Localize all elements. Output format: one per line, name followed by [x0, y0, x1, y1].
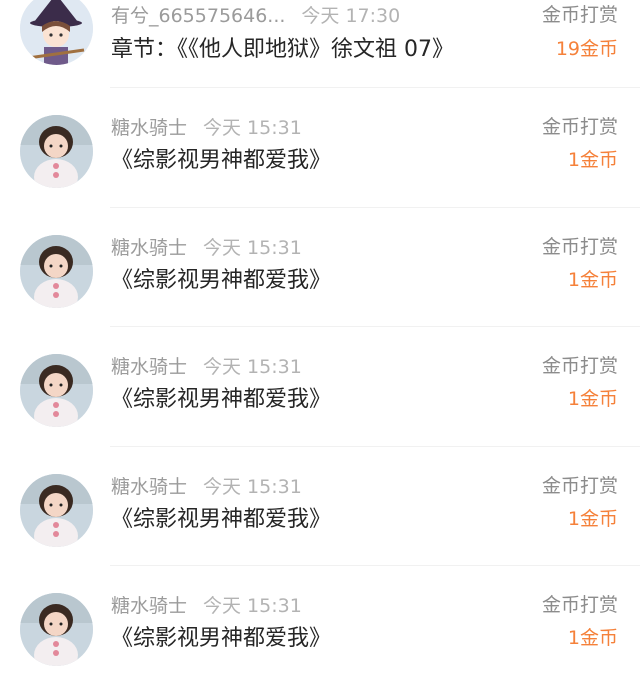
timestamp: 今天 17:30 [301, 5, 401, 27]
child-avatar-icon [20, 473, 93, 547]
reward-amount: 1金币 [567, 507, 618, 530]
child-avatar-icon [20, 234, 93, 308]
list-item[interactable]: 糖水骑士 今天 15:31 《综影视男神都爱我》 金币打赏 1金币 [0, 88, 640, 208]
child-avatar-icon [20, 354, 93, 427]
list-item[interactable]: 糖水骑士 今天 15:31 《综影视男神都爱我》 金币打赏 1金币 [0, 447, 640, 566]
reward-amount: 19金币 [555, 38, 618, 60]
reward-title[interactable]: 《综影视男神都爱我》 [111, 620, 331, 652]
avatar[interactable] [20, 473, 93, 547]
user-name[interactable]: 有兮_665575646... [111, 5, 285, 27]
timestamp: 今天 15:31 [203, 356, 302, 378]
reward-type-label: 金币打赏 [541, 4, 618, 26]
child-avatar-icon [20, 115, 93, 188]
reward-amount: 1金币 [567, 149, 618, 171]
user-name[interactable]: 糖水骑士 [111, 117, 187, 139]
reward-list: 有兮_665575646... 今天 17:30 章节：《《他人即地狱》徐文祖 0… [0, 0, 640, 686]
user-name[interactable]: 糖水骑士 [111, 237, 187, 259]
avatar[interactable] [20, 115, 93, 188]
timestamp: 今天 15:31 [203, 475, 302, 498]
avatar[interactable] [20, 354, 93, 427]
reward-amount: 1金币 [567, 268, 618, 291]
reward-title[interactable]: 《综影视男神都爱我》 [111, 501, 331, 533]
timestamp: 今天 15:31 [203, 595, 302, 617]
reward-type-label: 金币打赏 [541, 594, 618, 616]
user-name[interactable]: 糖水骑士 [111, 595, 187, 617]
reward-title[interactable]: 章节：《《他人即地狱》徐文祖 07》 [111, 31, 454, 63]
child-avatar-icon [20, 593, 93, 666]
reward-type-label: 金币打赏 [541, 474, 618, 497]
reward-type-label: 金币打赏 [541, 355, 618, 377]
reward-title[interactable]: 《综影视男神都爱我》 [111, 381, 331, 413]
reward-amount: 1金币 [567, 627, 618, 649]
avatar[interactable] [20, 234, 93, 308]
reward-type-label: 金币打赏 [541, 116, 618, 138]
list-item[interactable]: 有兮_665575646... 今天 17:30 章节：《《他人即地狱》徐文祖 0… [0, 0, 640, 88]
avatar[interactable] [20, 593, 93, 666]
reward-title[interactable]: 《综影视男神都爱我》 [111, 262, 331, 294]
timestamp: 今天 15:31 [203, 117, 302, 139]
reward-amount: 1金币 [567, 388, 618, 410]
reward-type-label: 金币打赏 [541, 235, 618, 258]
list-item[interactable]: 糖水骑士 今天 15:31 《综影视男神都爱我》 金币打赏 1金币 [0, 208, 640, 327]
reward-title[interactable]: 《综影视男神都爱我》 [111, 142, 331, 174]
avatar[interactable] [20, 0, 93, 65]
timestamp: 今天 15:31 [203, 236, 302, 259]
user-name[interactable]: 糖水骑士 [111, 356, 187, 378]
list-item[interactable]: 糖水骑士 今天 15:31 《综影视男神都爱我》 金币打赏 1金币 [0, 566, 640, 686]
user-name[interactable]: 糖水骑士 [111, 476, 187, 498]
list-item[interactable]: 糖水骑士 今天 15:31 《综影视男神都爱我》 金币打赏 1金币 [0, 327, 640, 447]
witch-avatar-icon [20, 0, 93, 65]
